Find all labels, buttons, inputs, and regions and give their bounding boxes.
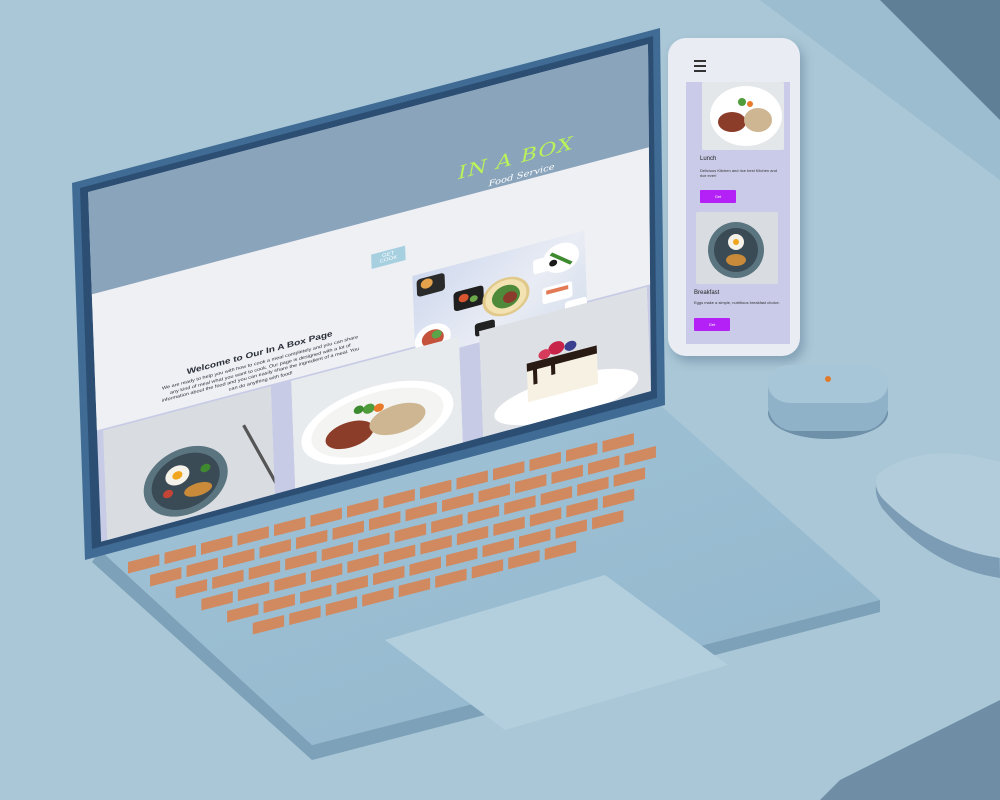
keycap <box>405 501 437 522</box>
keycap <box>555 519 587 539</box>
keycap <box>420 479 452 500</box>
keycap <box>613 467 646 487</box>
phone-get-button[interactable]: Get <box>694 318 730 331</box>
keycap <box>544 540 577 561</box>
keycap <box>529 507 562 527</box>
keycap <box>300 584 332 604</box>
phone-card-title: Breakfast <box>694 290 720 296</box>
keycap <box>289 605 321 626</box>
keycap <box>248 560 281 580</box>
keycap <box>347 498 379 518</box>
keycap <box>435 568 467 588</box>
keycap <box>383 544 416 564</box>
keycap <box>493 461 525 481</box>
keycap <box>358 532 390 552</box>
keycap <box>420 535 452 555</box>
keycap <box>577 476 609 497</box>
phone-breakfast-photo <box>696 212 778 284</box>
lunch-plate-image <box>702 82 784 150</box>
keycap <box>602 433 634 453</box>
keycap <box>515 473 547 494</box>
airpods-lid <box>768 365 888 403</box>
keycap <box>456 525 489 546</box>
keycap <box>519 528 551 549</box>
airpods-led <box>825 376 831 382</box>
keycap <box>296 529 328 550</box>
keycap <box>128 554 160 574</box>
keycap <box>201 590 233 611</box>
keycap <box>540 485 573 506</box>
keycap <box>259 539 291 559</box>
keycap <box>551 464 583 485</box>
keycap <box>373 565 405 586</box>
phone-card-text: Delicious Kitchen and rice best Kitchen … <box>700 168 777 178</box>
phone-lunch-photo <box>702 82 784 150</box>
keycap <box>332 520 364 540</box>
keycap <box>164 544 196 565</box>
keycap <box>362 587 394 607</box>
breakfast-plate-image <box>696 212 778 284</box>
keycap <box>285 551 317 571</box>
keycap <box>504 495 536 515</box>
keycap <box>274 572 306 592</box>
keycap <box>263 593 295 614</box>
mouse <box>875 453 1000 578</box>
keycap <box>467 504 500 525</box>
keycap <box>529 451 561 472</box>
keycap <box>369 511 401 531</box>
keycap <box>493 516 525 537</box>
keycap <box>482 537 514 558</box>
keycap <box>383 488 415 509</box>
keycap <box>566 442 598 462</box>
keycap <box>212 569 244 590</box>
keycap <box>446 547 478 567</box>
keycap <box>201 535 233 555</box>
keycap <box>456 470 488 490</box>
keycap <box>150 566 182 587</box>
keycap <box>566 497 598 518</box>
keycap <box>310 507 342 527</box>
keycap <box>508 549 540 570</box>
airpods-case <box>768 365 888 439</box>
keycap <box>431 513 463 534</box>
keycap <box>227 602 259 623</box>
keycap <box>175 578 208 599</box>
keycap <box>588 455 620 475</box>
phone-card-title: Lunch <box>700 156 717 162</box>
keycap <box>223 548 255 568</box>
keycap <box>471 559 504 579</box>
phone-screen: Lunch Delicious Kitchen and rice best Ki… <box>686 82 790 344</box>
keycap <box>274 516 306 537</box>
keycap <box>347 553 379 574</box>
keycap <box>237 526 269 546</box>
keycap <box>442 492 474 513</box>
phone-card-text: Eggs make a simple, nutritious breakfast… <box>694 300 780 305</box>
hamburger-icon[interactable] <box>694 60 706 72</box>
mockup-scene: IN A BOX Food Service GET COOK Welcome t… <box>0 0 1000 800</box>
keycap <box>398 577 431 598</box>
keycap <box>237 581 270 602</box>
keycap <box>394 523 427 543</box>
keycap <box>409 556 441 576</box>
keycap <box>321 541 354 562</box>
keycap <box>325 596 358 616</box>
keycap <box>624 446 656 466</box>
keycap <box>310 563 343 583</box>
keycap <box>602 488 635 509</box>
phone-get-button[interactable]: Get <box>700 190 736 203</box>
keycap <box>252 614 285 635</box>
keycap <box>592 509 624 530</box>
keycap <box>336 575 368 595</box>
keycap <box>186 557 218 578</box>
keycap <box>478 483 510 503</box>
